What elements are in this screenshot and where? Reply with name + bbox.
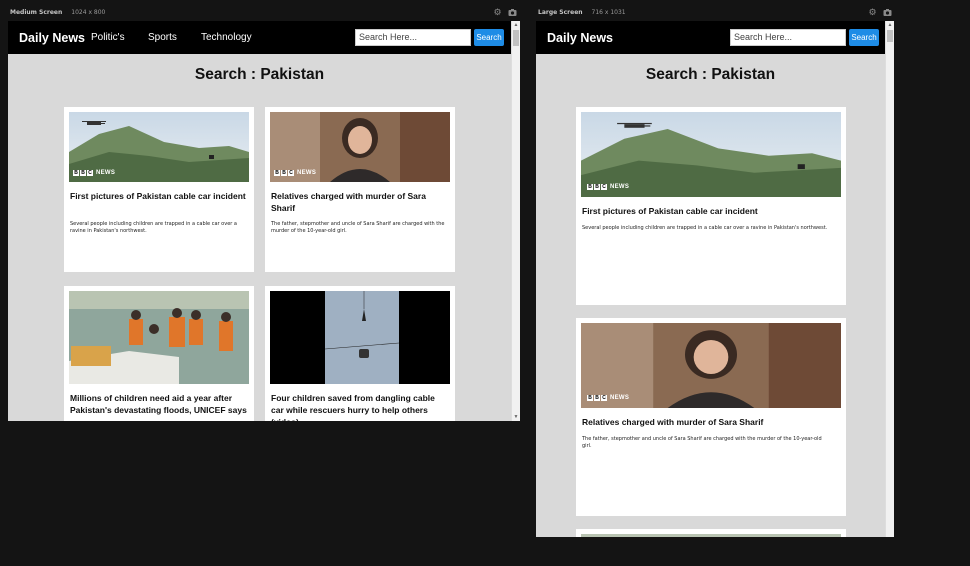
brand-logo[interactable]: Daily News [19, 31, 85, 45]
large-frame-size: 716 x 1031 [591, 9, 626, 16]
nav-link-sports[interactable]: Sports [148, 32, 177, 43]
gear-icon[interactable]: ⚙ [493, 8, 502, 17]
medium-frame-name: Medium Screen [10, 9, 63, 16]
article-image-girl-portrait[interactable]: B B C NEWS [270, 112, 450, 182]
article-description: The father, stepmother and uncle of Sara… [582, 436, 822, 449]
search-input[interactable]: Search Here... [355, 29, 471, 46]
article-title[interactable]: Relatives charged with murder of Sara Sh… [582, 416, 840, 428]
article-image-mountain-helicopter[interactable]: B B C NEWS [69, 112, 249, 182]
gear-icon[interactable]: ⚙ [868, 8, 877, 17]
page-title: Search : Pakistan [645, 66, 776, 83]
scrollbar[interactable]: ▲ ▼ [511, 21, 520, 421]
article-image-girl-portrait[interactable]: B B C NEWS [581, 323, 841, 408]
article-title[interactable]: Millions of children need aid a year aft… [70, 392, 248, 416]
bbc-news-badge: B B C NEWS [587, 395, 630, 401]
bbc-news-badge: B B C NEWS [73, 170, 116, 176]
medium-frame-size: 1024 x 800 [71, 9, 106, 16]
article-card[interactable]: Millions of children need aid a year aft… [64, 286, 254, 421]
article-card[interactable]: B B C NEWS First pictures of Pakistan cable… [64, 107, 254, 272]
article-title[interactable]: First pictures of Pakistan cable car inc… [70, 190, 248, 202]
camera-icon[interactable] [508, 8, 517, 17]
nav-link-technology[interactable]: Technology [201, 32, 252, 43]
article-card[interactable]: Four children saved from dangling cable … [265, 286, 455, 421]
large-frame-label: Large Screen 716 x 1031 [538, 9, 626, 16]
navbar: Daily News Search Here... Search [536, 21, 885, 54]
article-title[interactable]: First pictures of Pakistan cable car inc… [582, 205, 840, 217]
scroll-up-icon[interactable]: ▲ [886, 21, 894, 29]
nav-link-politics[interactable]: Politic's [91, 32, 125, 43]
article-title[interactable]: Relatives charged with murder of Sara Sh… [271, 190, 449, 214]
search-button[interactable]: Search [849, 29, 879, 46]
article-description: Several people including children are tr… [582, 225, 828, 231]
scrollbar-thumb[interactable] [513, 30, 519, 46]
search-input[interactable]: Search Here... [730, 29, 846, 46]
camera-icon[interactable] [883, 8, 892, 17]
article-card[interactable] [576, 529, 846, 537]
medium-frame-tools: ⚙ [493, 8, 517, 17]
scrollbar[interactable]: ▲ [885, 21, 894, 537]
article-description: Several people including children are tr… [70, 221, 237, 234]
article-description: The father, stepmother and uncle of Sara… [271, 221, 445, 234]
scroll-down-icon[interactable]: ▼ [512, 413, 520, 421]
article-card[interactable]: B B C NEWS Relatives charged with murder of… [576, 318, 846, 516]
medium-screen-viewport: Daily News Politic's Sports Technology S… [8, 21, 520, 421]
article-image-cable-car-video[interactable] [270, 291, 450, 384]
article-image-mountain-helicopter[interactable]: B B C NEWS [581, 112, 841, 197]
brand-logo[interactable]: Daily News [547, 31, 613, 45]
bbc-news-badge: B B C NEWS [587, 184, 630, 190]
navbar: Daily News Politic's Sports Technology S… [8, 21, 511, 54]
article-image-flood-rescue-boat[interactable] [69, 291, 249, 384]
article-image-flood-rescue-boat[interactable] [581, 534, 841, 537]
scroll-up-icon[interactable]: ▲ [512, 21, 520, 29]
medium-frame-label: Medium Screen 1024 x 800 [10, 9, 105, 16]
scrollbar-thumb[interactable] [887, 30, 893, 42]
bbc-news-badge: B B C NEWS [274, 170, 317, 176]
large-frame-name: Large Screen [538, 9, 583, 16]
search-button[interactable]: Search [474, 29, 504, 46]
page-title: Search : Pakistan [194, 66, 325, 83]
large-frame-tools: ⚙ [868, 8, 892, 17]
article-card[interactable]: B B C NEWS First pictures of Pakistan cable… [576, 107, 846, 305]
article-card[interactable]: B B C NEWS Relatives charged with murder of… [265, 107, 455, 272]
large-screen-viewport: Daily News Search Here... Search Search … [536, 21, 894, 537]
article-title[interactable]: Four children saved from dangling cable … [271, 392, 449, 421]
